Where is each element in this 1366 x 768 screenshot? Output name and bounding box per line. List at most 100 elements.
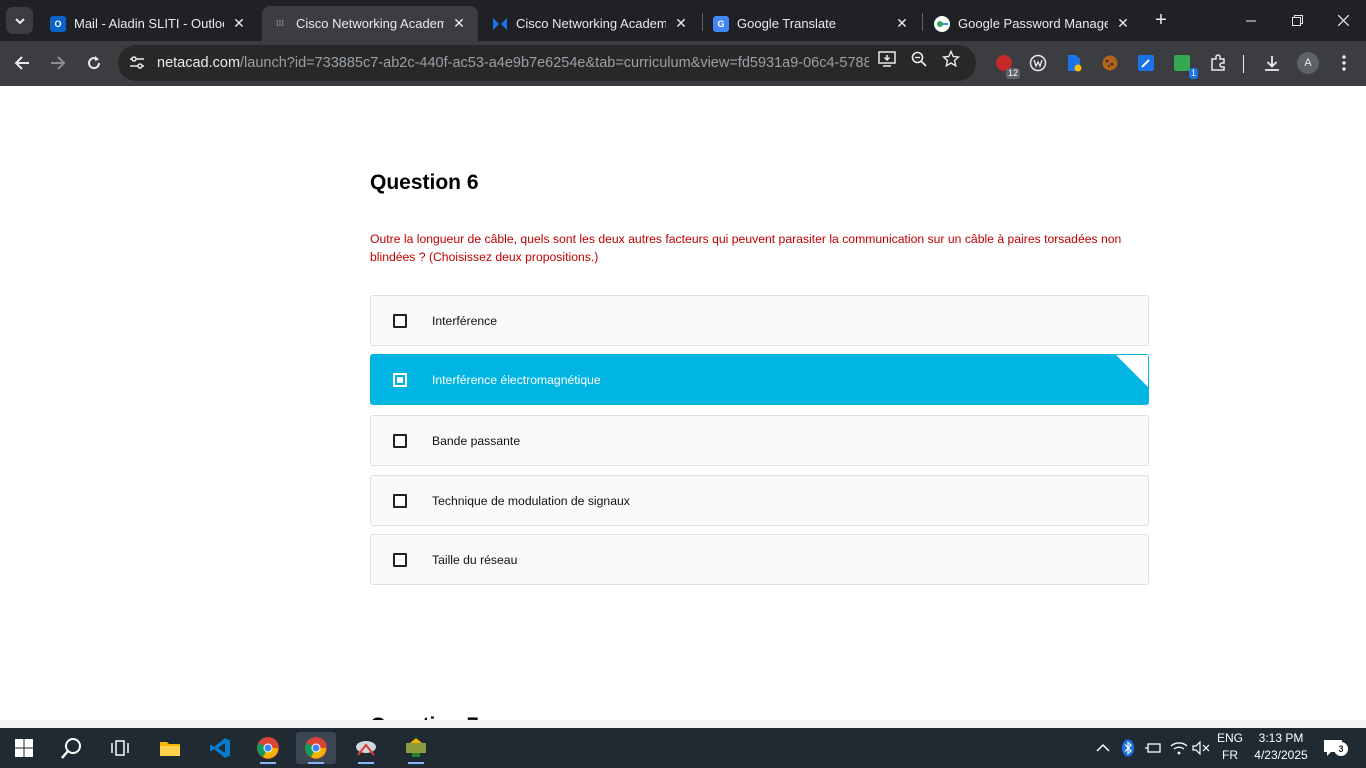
password-manager-icon bbox=[934, 15, 950, 32]
page-bottom-edge bbox=[0, 720, 1366, 728]
reload-icon[interactable] bbox=[80, 49, 108, 77]
tab-title: Mail - Aladin SLITI - Outlook bbox=[74, 16, 224, 31]
install-app-icon[interactable] bbox=[877, 49, 897, 69]
answer-label: Interférence électromagnétique bbox=[432, 372, 601, 387]
outlook-icon: O bbox=[50, 15, 66, 32]
tab-outlook[interactable]: O Mail - Aladin SLITI - Outlook ✕ bbox=[40, 6, 258, 41]
puzzle-extensions-icon[interactable] bbox=[1208, 53, 1228, 73]
answer-option[interactable]: Bande passante bbox=[370, 415, 1149, 466]
checkbox-checked-icon[interactable] bbox=[393, 373, 407, 387]
menu-kebab-icon[interactable] bbox=[1334, 53, 1354, 73]
close-tab-icon[interactable]: ✕ bbox=[1114, 15, 1132, 33]
running-indicator bbox=[358, 762, 374, 764]
running-indicator bbox=[408, 762, 424, 764]
new-tab-icon[interactable]: + bbox=[1150, 9, 1172, 31]
bluetooth-icon[interactable] bbox=[1121, 728, 1135, 768]
answer-label: Taille du réseau bbox=[432, 552, 518, 567]
forward-arrow-icon[interactable] bbox=[44, 49, 72, 77]
packet-tracer-icon[interactable] bbox=[346, 732, 386, 764]
close-tab-icon[interactable]: ✕ bbox=[672, 15, 690, 33]
close-tab-icon[interactable]: ✕ bbox=[893, 15, 911, 33]
answer-option[interactable]: Technique de modulation de signaux bbox=[370, 475, 1149, 526]
chevron-down-icon bbox=[14, 17, 25, 24]
keyboard-layout: FR bbox=[1222, 748, 1238, 762]
extension-edit-icon[interactable] bbox=[1136, 53, 1156, 73]
running-indicator bbox=[308, 762, 324, 764]
url-host: netacad.com bbox=[157, 55, 241, 71]
back-arrow-icon[interactable] bbox=[8, 49, 36, 77]
tab-netacad[interactable]: Cisco Networking Academy ✕ bbox=[482, 6, 700, 41]
checkbox-icon[interactable] bbox=[393, 553, 407, 567]
notification-count-badge: 3 bbox=[1334, 742, 1348, 756]
tab-google-translate[interactable]: G Google Translate ✕ bbox=[703, 6, 921, 41]
extension-badge: 12 bbox=[1005, 68, 1020, 79]
extension-badge: 1 bbox=[1188, 68, 1198, 79]
language-code: ENG bbox=[1216, 731, 1243, 745]
toolbar-divider bbox=[1243, 55, 1244, 73]
extension-cookie-icon[interactable] bbox=[1100, 53, 1120, 73]
bookmark-star-icon[interactable] bbox=[941, 49, 961, 69]
answer-label: Interférence bbox=[432, 313, 498, 328]
checkbox-icon[interactable] bbox=[393, 314, 407, 328]
windows-start-icon[interactable] bbox=[4, 732, 44, 764]
clock-time: 3:13 PM bbox=[1258, 731, 1304, 745]
tab-strip: O Mail - Aladin SLITI - Outlook ✕ ⁞⁞⁞ Ci… bbox=[0, 0, 1366, 41]
close-tab-icon[interactable]: ✕ bbox=[450, 15, 468, 33]
tab-title: Google Password Manager bbox=[958, 16, 1108, 31]
extension-adblock-icon[interactable]: 12 bbox=[994, 53, 1020, 79]
tab-title: Cisco Networking Academy bbox=[516, 16, 666, 31]
zoom-icon[interactable] bbox=[909, 49, 929, 69]
address-bar[interactable]: netacad.com/launch?id=733885c7-ab2c-440f… bbox=[118, 45, 976, 81]
search-icon[interactable] bbox=[52, 732, 92, 764]
task-view-icon[interactable] bbox=[100, 732, 140, 764]
system-clock[interactable]: 3:13 PM 4/23/2025 bbox=[1246, 730, 1316, 764]
answer-option[interactable]: Taille du réseau bbox=[370, 534, 1149, 585]
tab-cisco-active[interactable]: ⁞⁞⁞ Cisco Networking Academy ✕ bbox=[262, 6, 478, 41]
answer-option-selected[interactable]: Interférence électromagnétique bbox=[370, 354, 1149, 405]
tab-title: Cisco Networking Academy bbox=[296, 16, 444, 31]
url-path: /launch?id=733885c7-ab2c-440f-ac53-a4e9b… bbox=[240, 55, 869, 71]
selected-corner-marker bbox=[1116, 355, 1148, 387]
extension-w-icon[interactable] bbox=[1028, 53, 1048, 73]
file-explorer-icon[interactable] bbox=[150, 732, 190, 764]
battery-plug-icon[interactable] bbox=[1144, 728, 1162, 768]
page-content: Question 6 Outre la longueur de câble, q… bbox=[0, 86, 1366, 728]
answer-option[interactable]: Interférence bbox=[370, 295, 1149, 346]
extension-file-icon[interactable] bbox=[1064, 53, 1084, 73]
cisco-icon: ⁞⁞⁞ bbox=[276, 19, 284, 28]
restore-icon[interactable] bbox=[1274, 0, 1320, 41]
site-info-icon[interactable] bbox=[125, 51, 149, 75]
answer-label: Technique de modulation de signaux bbox=[432, 493, 630, 508]
extension-green-icon[interactable]: 1 bbox=[1172, 53, 1198, 79]
browser-toolbar: netacad.com/launch?id=733885c7-ab2c-440f… bbox=[0, 41, 1366, 86]
url-text: netacad.com/launch?id=733885c7-ab2c-440f… bbox=[157, 55, 869, 71]
checkbox-icon[interactable] bbox=[393, 434, 407, 448]
download-icon[interactable] bbox=[1262, 53, 1282, 73]
google-translate-icon: G bbox=[713, 15, 729, 32]
input-language[interactable]: ENG FR bbox=[1215, 730, 1245, 764]
windows-taskbar: ENG FR 3:13 PM 4/23/2025 3 bbox=[0, 728, 1366, 768]
question-title: Question 6 bbox=[370, 171, 479, 194]
tab-separator bbox=[922, 13, 923, 31]
tab-search-button[interactable] bbox=[6, 7, 33, 34]
show-hidden-icons[interactable] bbox=[1096, 728, 1110, 768]
chrome-profile-icon[interactable] bbox=[248, 732, 288, 764]
notification-center-icon[interactable]: 3 bbox=[1323, 728, 1348, 768]
network-app-icon[interactable] bbox=[396, 732, 436, 764]
chrome-active-icon[interactable] bbox=[296, 732, 336, 764]
running-indicator bbox=[260, 762, 276, 764]
question-text: Outre la longueur de câble, quels sont l… bbox=[370, 232, 1122, 264]
tab-title: Google Translate bbox=[737, 16, 837, 31]
close-window-icon[interactable] bbox=[1320, 0, 1366, 41]
wifi-icon[interactable] bbox=[1170, 728, 1188, 768]
answer-label: Bande passante bbox=[432, 433, 521, 448]
netacad-icon bbox=[492, 16, 508, 32]
vscode-icon[interactable] bbox=[200, 732, 240, 764]
tab-password-manager[interactable]: Google Password Manager ✕ bbox=[924, 6, 1142, 41]
profile-avatar[interactable]: A bbox=[1297, 52, 1319, 74]
volume-muted-icon[interactable] bbox=[1192, 728, 1210, 768]
clock-date: 4/23/2025 bbox=[1254, 748, 1308, 762]
minimize-icon[interactable] bbox=[1228, 0, 1274, 41]
checkbox-icon[interactable] bbox=[393, 494, 407, 508]
close-tab-icon[interactable]: ✕ bbox=[230, 15, 248, 33]
